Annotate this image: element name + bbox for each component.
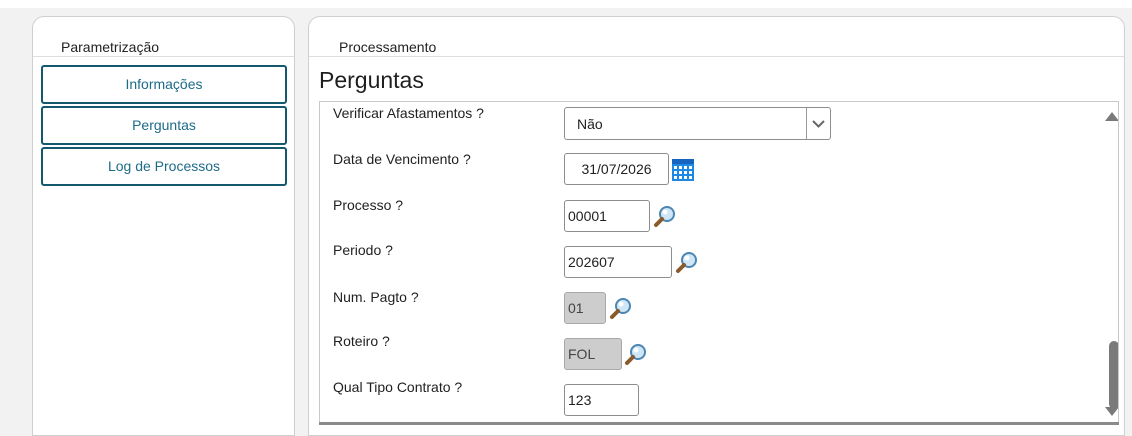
roteiro-label: Roteiro ? xyxy=(333,333,390,349)
afastamentos-value: Não xyxy=(577,116,603,132)
num-pagto-search-icon[interactable] xyxy=(609,296,633,320)
processo-label: Processo ? xyxy=(333,197,404,213)
menu-log-processos-button[interactable]: Log de Processos xyxy=(41,147,287,186)
processo-search-icon[interactable] xyxy=(653,204,677,228)
calendar-icon[interactable] xyxy=(672,159,694,181)
processo-input[interactable]: 00001 xyxy=(564,200,650,232)
processamento-header: Processamento xyxy=(309,17,1124,57)
tipo-contrato-input[interactable]: 123 xyxy=(564,384,639,416)
parametrizacao-header: Parametrização xyxy=(33,17,294,57)
roteiro-input: FOL xyxy=(564,338,622,370)
perguntas-form: Verificar Afastamentos ? Não Data de Ven… xyxy=(319,101,1119,423)
afastamentos-select[interactable]: Não xyxy=(564,107,831,140)
afastamentos-label: Verificar Afastamentos ? xyxy=(333,105,484,121)
processamento-panel: Processamento Perguntas Verificar Afasta… xyxy=(308,16,1125,436)
scroll-up-icon[interactable] xyxy=(1105,110,1119,122)
vencimento-label: Data de Vencimento ? xyxy=(333,151,471,167)
vencimento-input[interactable]: 31/07/2026 xyxy=(564,153,669,185)
roteiro-search-icon[interactable] xyxy=(624,342,648,366)
afastamentos-dropdown-button[interactable] xyxy=(806,108,830,139)
tipo-contrato-label: Qual Tipo Contrato ? xyxy=(333,379,463,395)
periodo-label: Periodo ? xyxy=(333,242,393,258)
page-title: Perguntas xyxy=(319,67,424,93)
parametrizacao-panel: Parametrização Informações Perguntas Log… xyxy=(32,16,295,436)
scrollbar-thumb[interactable] xyxy=(1109,341,1118,409)
scroll-down-icon[interactable] xyxy=(1105,406,1119,418)
chevron-down-icon xyxy=(812,120,825,128)
num-pagto-label: Num. Pagto ? xyxy=(333,289,419,305)
periodo-input[interactable]: 202607 xyxy=(564,246,672,278)
top-strip xyxy=(0,0,1132,8)
menu-informacoes-button[interactable]: Informações xyxy=(41,65,287,104)
menu-perguntas-button[interactable]: Perguntas xyxy=(41,106,287,145)
num-pagto-input: 01 xyxy=(564,292,606,324)
periodo-search-icon[interactable] xyxy=(675,250,699,274)
